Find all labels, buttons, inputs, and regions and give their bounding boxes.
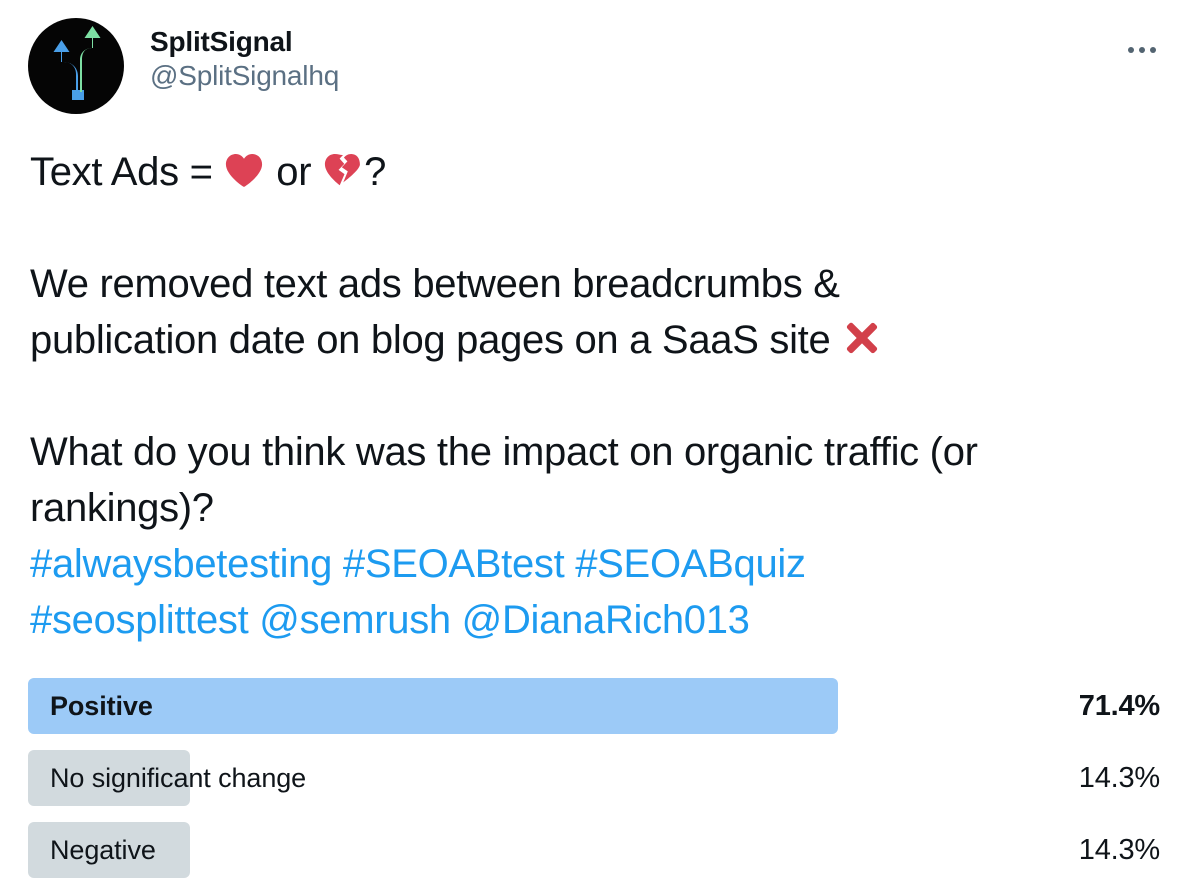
more-options-button[interactable] <box>1120 34 1164 66</box>
poll-option-label: Negative <box>50 834 156 865</box>
poll-option-percent: 71.4% <box>1078 689 1160 722</box>
more-options-icon-dot-1 <box>1128 47 1134 53</box>
poll-option-row[interactable]: Positive 71.4% <box>28 678 1160 734</box>
headline-pre-text: Text Ads = <box>30 150 224 194</box>
poll-option-label: No significant change <box>50 762 307 793</box>
poll-option-label: Positive <box>50 690 153 721</box>
handle[interactable]: @SplitSignalhq <box>150 58 339 94</box>
headline-mid-text: or <box>265 150 323 194</box>
display-name[interactable]: SplitSignal <box>150 25 339 58</box>
poll-option-row[interactable]: Negative 14.3% <box>28 822 1160 878</box>
tweet-hashtags-line-1[interactable]: #alwaysbetesting #SEOABtest #SEOABquiz <box>30 536 1166 592</box>
tweet-hashtags-line-2[interactable]: #seosplittest @semrush @DianaRich013 <box>30 592 1166 648</box>
red-heart-emoji <box>223 149 265 191</box>
more-options-icon-dot-3 <box>1150 47 1156 53</box>
tweet-card: SplitSignal @SplitSignalhq Text Ads = or… <box>0 0 1186 892</box>
paragraph-2-line-2-text: publication date on blog pages on a SaaS… <box>30 318 842 362</box>
tweet-paragraph-2-line-2: publication date on blog pages on a SaaS… <box>30 312 1166 368</box>
tweet-line-headline: Text Ads = or ? <box>30 144 1166 200</box>
poll-option-percent: 14.3% <box>1078 833 1160 866</box>
poll-option-percent: 14.3% <box>1078 761 1160 794</box>
identity-block: SplitSignal @SplitSignalhq <box>150 18 339 94</box>
tweet-paragraph-2-line-1: We removed text ads between breadcrumbs … <box>30 262 840 306</box>
cross-mark-emoji <box>841 317 883 359</box>
tweet-paragraph-3-line-1: What do you think was the impact on orga… <box>30 430 978 474</box>
headline-post-text: ? <box>364 150 387 194</box>
tweet-paragraph-3-line-2: rankings)? <box>30 486 214 530</box>
more-options-icon-dot-2 <box>1139 47 1145 53</box>
tweet-header: SplitSignal @SplitSignalhq <box>28 18 1164 114</box>
poll-option-row[interactable]: No significant change 14.3% <box>28 750 1160 806</box>
broken-heart-emoji <box>322 149 364 191</box>
tweet-text: Text Ads = or ? We removed text ads betw… <box>30 144 1166 648</box>
avatar[interactable] <box>28 18 124 114</box>
poll-results: Positive 71.4% No significant change 14.… <box>28 678 1160 894</box>
